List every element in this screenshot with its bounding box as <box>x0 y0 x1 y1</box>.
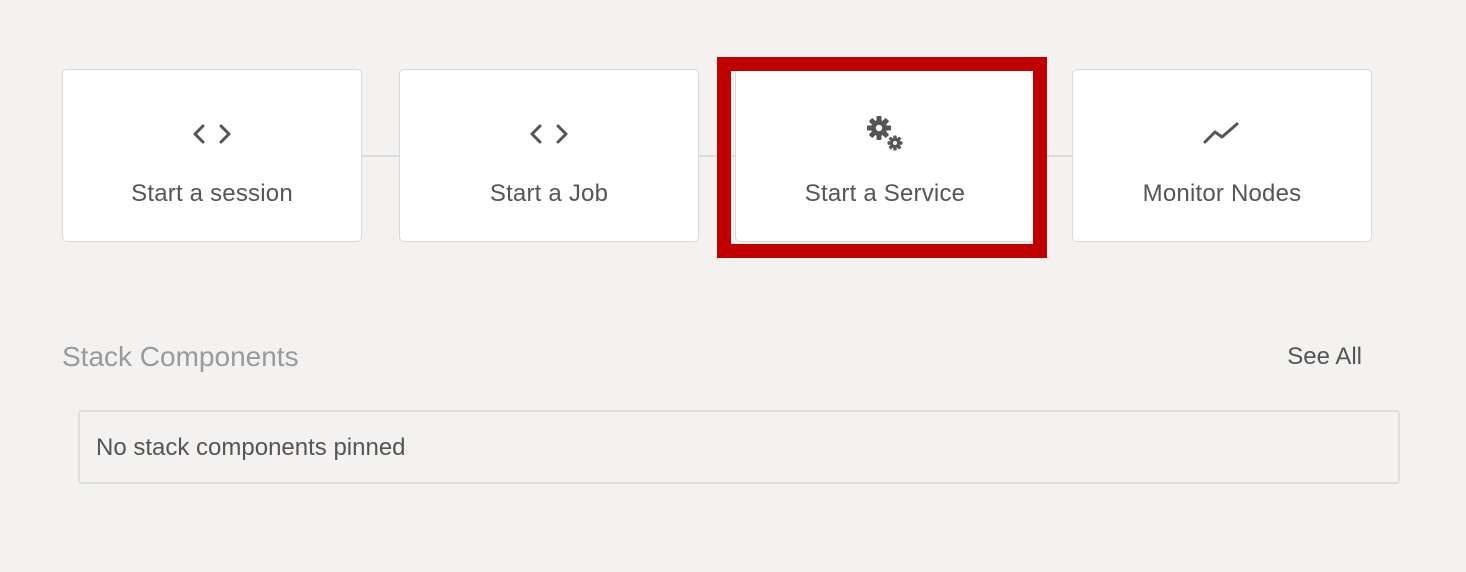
start-job-card[interactable]: Start a Job <box>399 69 699 242</box>
see-all-link[interactable]: See All <box>1287 343 1362 371</box>
trend-line-icon <box>1073 114 1371 154</box>
code-icon <box>400 114 698 154</box>
empty-state-message: No stack components pinned <box>96 434 406 461</box>
monitor-nodes-label: Monitor Nodes <box>1142 180 1302 207</box>
start-session-label: Start a session <box>131 180 293 207</box>
start-service-label: Start a Service <box>804 180 966 207</box>
start-job-label: Start a Job <box>489 180 609 207</box>
monitor-nodes-card[interactable]: Monitor Nodes <box>1072 69 1372 242</box>
start-session-card[interactable]: Start a session <box>62 69 362 242</box>
stack-components-title: Stack Components <box>62 341 299 372</box>
code-icon <box>63 114 361 154</box>
start-service-card[interactable]: Start a Service <box>735 69 1035 242</box>
stack-components-panel: No stack components pinned <box>78 410 1400 484</box>
gears-icon <box>736 114 1034 154</box>
